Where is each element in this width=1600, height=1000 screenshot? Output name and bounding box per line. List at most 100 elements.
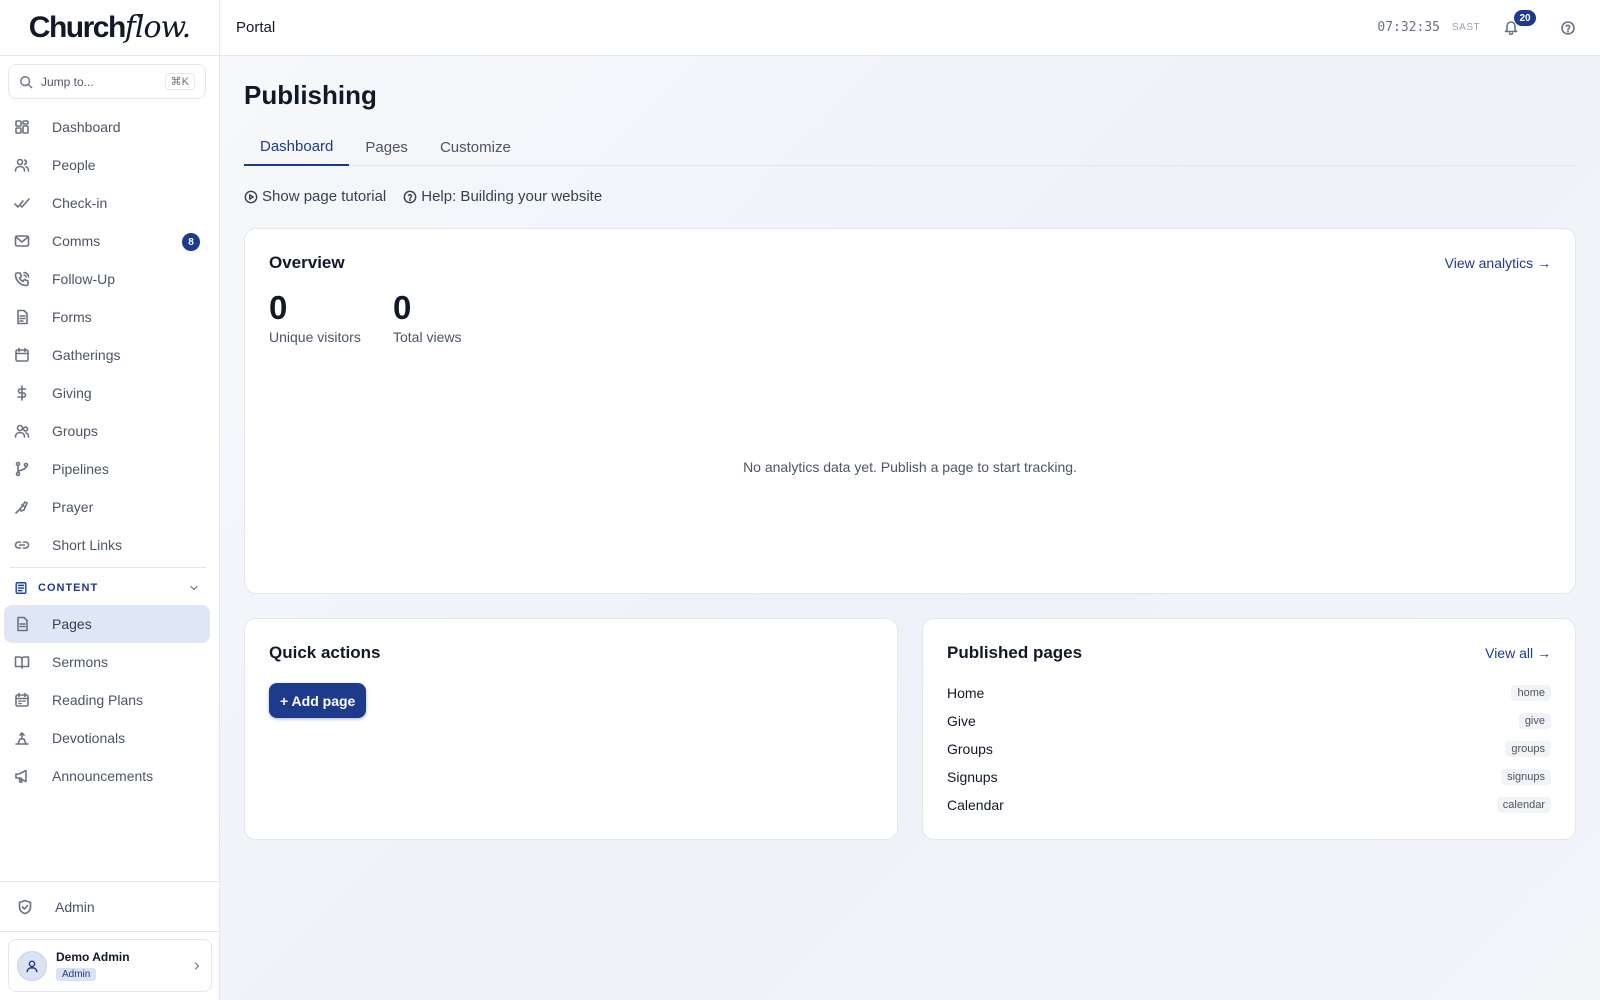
sidebar-item-admin[interactable]: Admin	[0, 888, 220, 926]
user-menu[interactable]: Demo Admin Admin	[8, 939, 212, 992]
logo-main: Church	[28, 10, 127, 44]
tab-pages[interactable]: Pages	[349, 128, 424, 166]
list-item[interactable]: Groups groups	[947, 735, 1551, 763]
sidebar-item-label: Follow-Up	[52, 271, 116, 287]
quick-actions-card: Quick actions + Add page	[244, 618, 898, 840]
page-name: Groups	[947, 741, 993, 757]
content-section-toggle[interactable]: CONTENT	[14, 578, 212, 598]
page-title: Publishing	[244, 80, 377, 110]
stat-value: 0	[269, 289, 288, 326]
stat-value: 0	[393, 289, 412, 326]
sidebar-item-label: Admin	[55, 899, 95, 915]
published-pages-list: Home home Give give Groups groups Signup…	[947, 679, 1551, 819]
sidebar-item-label: Comms	[52, 233, 101, 249]
logo[interactable]: Church flow.	[0, 0, 219, 56]
megaphone-icon	[14, 768, 52, 784]
sidebar-item-label: Gatherings	[52, 347, 121, 363]
timezone-label: SAST	[1452, 22, 1481, 33]
form-icon	[14, 309, 52, 325]
main-content: Publishing Dashboard Pages Customize Sho…	[220, 56, 1600, 1000]
sidebar-item-forms[interactable]: Forms	[0, 298, 220, 336]
sidebar-item-gatherings[interactable]: Gatherings	[0, 336, 220, 374]
view-analytics-link[interactable]: View analytics →	[1445, 255, 1551, 271]
help-website-link[interactable]: Help: Building your website	[403, 188, 602, 205]
help-links: Show page tutorial Help: Building your w…	[244, 188, 619, 205]
notification-count-badge: 20	[1514, 10, 1536, 26]
add-page-button[interactable]: + Add page	[269, 683, 367, 718]
page-name: Home	[947, 685, 985, 701]
sidebar-item-devotionals[interactable]: Devotionals	[0, 719, 220, 757]
avatar	[17, 950, 47, 981]
help-circle-icon	[403, 190, 417, 204]
sidebar-item-follow-up[interactable]: Follow-Up	[0, 260, 220, 298]
sidebar-item-pipelines[interactable]: Pipelines	[0, 450, 220, 488]
list-item[interactable]: Home home	[947, 679, 1551, 707]
sidebar-item-giving[interactable]: Giving	[0, 374, 220, 412]
phone-icon	[14, 271, 52, 287]
page-name: Signups	[947, 769, 998, 785]
sidebar-item-short-links[interactable]: Short Links	[0, 526, 220, 564]
view-all-link[interactable]: View all →	[1485, 645, 1551, 661]
divider	[0, 881, 220, 882]
sidebar-item-label: Reading Plans	[52, 692, 144, 708]
book-icon	[14, 654, 52, 670]
sidebar-item-label: Forms	[52, 309, 92, 325]
tab-dashboard[interactable]: Dashboard	[244, 128, 350, 166]
empty-analytics-message: No analytics data yet. Publish a page to…	[743, 459, 1077, 475]
content-nav: Pages Sermons Reading Plans Devotionals …	[0, 605, 220, 795]
sidebar-item-check-in[interactable]: Check-in	[0, 184, 220, 222]
tab-bar: Dashboard Pages Customize	[244, 128, 1576, 166]
sidebar-item-reading-plans[interactable]: Reading Plans	[0, 681, 220, 719]
published-pages-card: Published pages View all → Home home Giv…	[922, 618, 1576, 840]
main-nav: Dashboard People Check-in Comms 8 Follow…	[0, 108, 220, 564]
tutorial-label: Show page tutorial	[262, 188, 387, 205]
sidebar-item-dashboard[interactable]: Dashboard	[0, 108, 220, 146]
page-name: Calendar	[947, 797, 1004, 813]
sidebar-item-label: Dashboard	[52, 119, 121, 135]
sidebar-item-label: Announcements	[52, 768, 154, 784]
user-info: Demo Admin Admin	[56, 950, 130, 982]
prayer-icon	[14, 499, 52, 515]
page-icon	[14, 616, 52, 632]
card-title: Published pages	[947, 643, 1083, 662]
chevron-down-icon	[188, 582, 212, 594]
show-tutorial-link[interactable]: Show page tutorial	[244, 188, 386, 205]
sidebar-item-announcements[interactable]: Announcements	[0, 757, 220, 795]
devotional-icon	[14, 730, 52, 746]
sidebar-item-label: Short Links	[52, 537, 123, 553]
sidebar-item-label: Check-in	[52, 195, 108, 211]
help-icon[interactable]	[1560, 20, 1576, 36]
sidebar-item-comms[interactable]: Comms 8	[0, 222, 220, 260]
search-icon	[19, 75, 33, 89]
sidebar-item-people[interactable]: People	[0, 146, 220, 184]
sidebar-item-label: Sermons	[52, 654, 109, 670]
list-item[interactable]: Give give	[947, 707, 1551, 735]
user-role-badge: Admin	[56, 967, 97, 981]
dollar-icon	[14, 385, 52, 401]
play-circle-icon	[244, 190, 258, 204]
calendar-icon	[14, 347, 52, 363]
people-icon	[14, 157, 52, 173]
sidebar-item-groups[interactable]: Groups	[0, 412, 220, 450]
stat-label: Unique visitors	[269, 329, 361, 345]
sidebar-item-pages[interactable]: Pages	[4, 605, 210, 643]
clock-time: 07:32:35	[1377, 20, 1440, 35]
tab-customize[interactable]: Customize	[424, 128, 527, 166]
page-slug: give	[1518, 713, 1551, 729]
list-item[interactable]: Calendar calendar	[947, 791, 1551, 819]
card-title: Overview	[269, 253, 345, 272]
sidebar-item-sermons[interactable]: Sermons	[0, 643, 220, 681]
card-title: Quick actions	[269, 643, 381, 662]
page-slug: calendar	[1496, 797, 1551, 813]
sidebar-item-label: Groups	[52, 423, 98, 439]
list-item[interactable]: Signups signups	[947, 763, 1551, 791]
check-icon	[14, 195, 52, 211]
jump-to-search[interactable]: Jump to... ⌘K	[8, 64, 206, 99]
breadcrumb[interactable]: Portal	[236, 19, 275, 36]
help-label: Help: Building your website	[421, 188, 603, 205]
sidebar-item-label: Pipelines	[52, 461, 109, 477]
sidebar-item-label: Prayer	[52, 499, 94, 515]
page-name: Give	[947, 713, 976, 729]
sidebar-item-prayer[interactable]: Prayer	[0, 488, 220, 526]
sidebar-item-label: Pages	[52, 616, 92, 632]
